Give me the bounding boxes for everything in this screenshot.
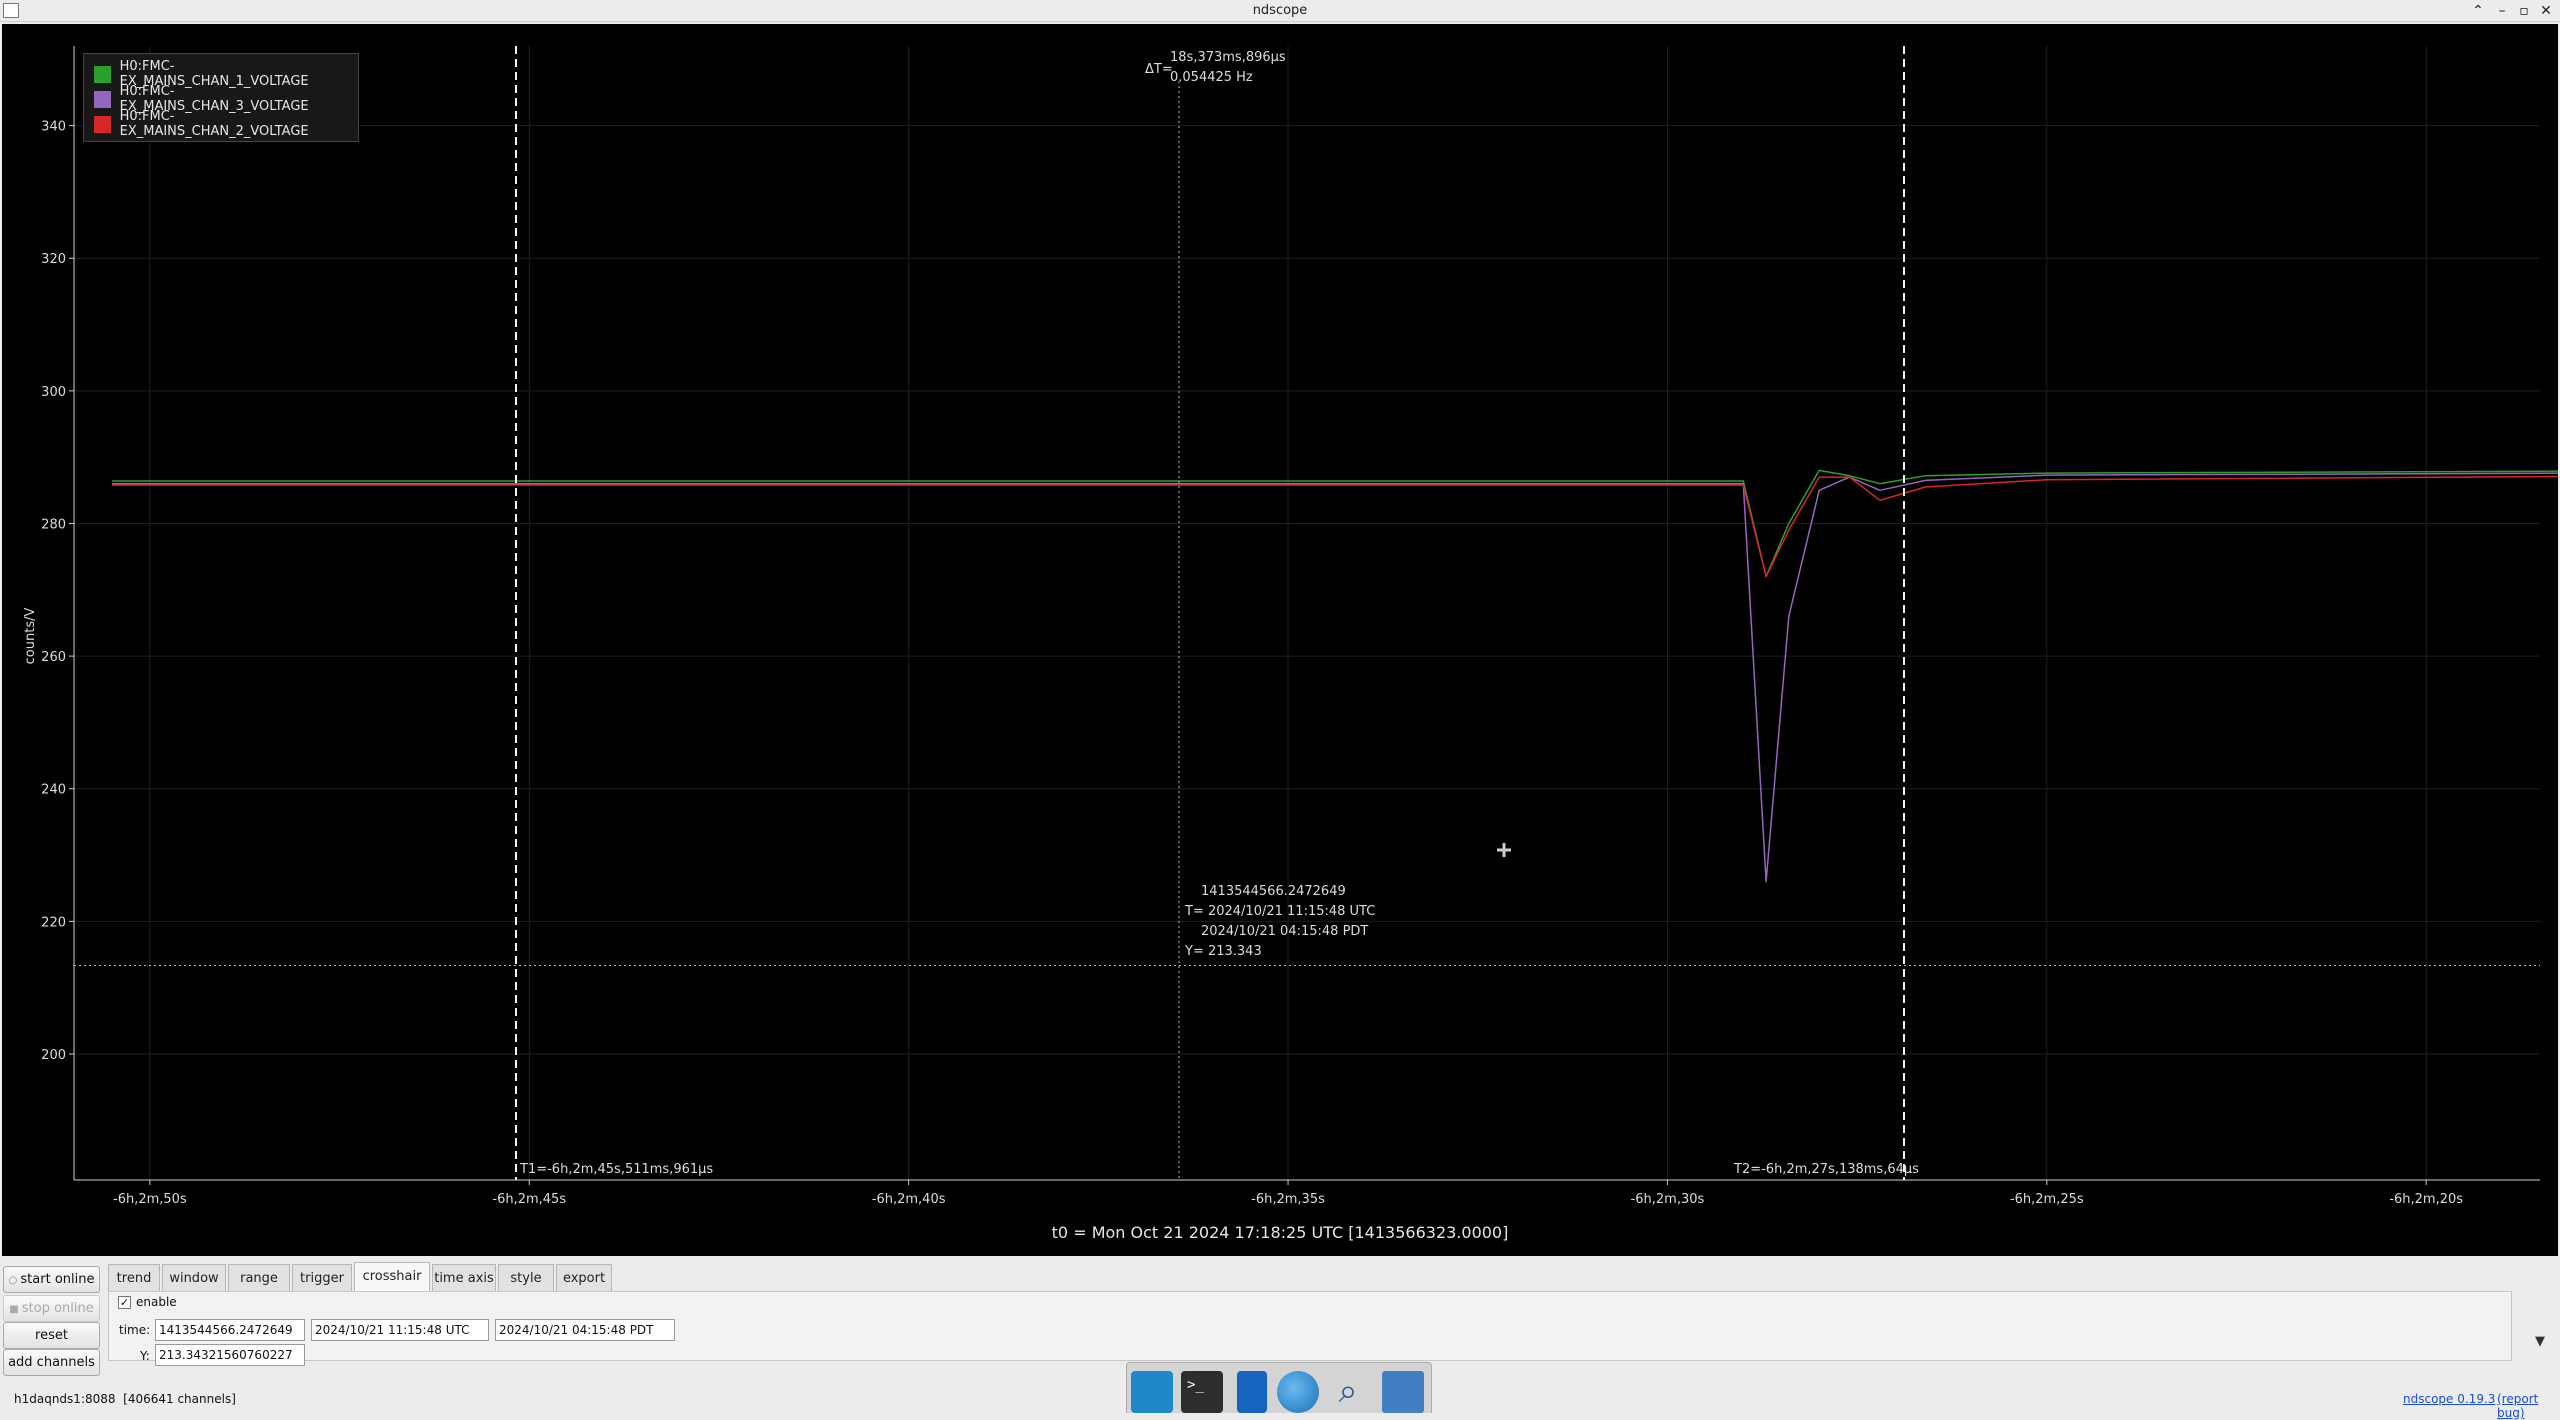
- stop-online-button[interactable]: ■ stop online: [3, 1295, 100, 1322]
- tab-range[interactable]: range: [228, 1264, 290, 1291]
- enable-label: enable: [136, 1295, 177, 1309]
- web-browser-icon[interactable]: [1277, 1371, 1319, 1413]
- close-button[interactable]: ✕: [2536, 1, 2556, 21]
- legend: H0:FMC-EX_MAINS_CHAN_1_VOLTAGE H0:FMC-EX…: [83, 53, 359, 142]
- report-bug-link[interactable]: (report bug): [2497, 1392, 2560, 1420]
- cursor-t2-label: T2=-6h,2m,27s,138ms,64µs: [1733, 1162, 1919, 1177]
- window-titlebar: ndscope ⌃ – ▫ ✕: [0, 0, 2560, 22]
- crosshair-utc: T= 2024/10/21 11:15:48 UTC: [1184, 904, 1375, 919]
- legend-item: H0:FMC-EX_MAINS_CHAN_2_VOLTAGE: [94, 109, 358, 139]
- time-label: time:: [119, 1323, 151, 1337]
- reset-button[interactable]: reset: [3, 1322, 100, 1349]
- y-tick-label: 340: [41, 120, 66, 135]
- plot-canvas[interactable]: 340 320 300 280 260 240 220 200 -6h,2m,50s -6h,2m…: [2, 24, 2558, 1256]
- legend-label: H0:FMC-EX_MAINS_CHAN_2_VOLTAGE: [119, 109, 309, 139]
- x-tick-label: -6h,2m,35s: [1251, 1192, 1325, 1207]
- trace-line: [111, 475, 2558, 578]
- tab-style[interactable]: style: [498, 1264, 554, 1291]
- time-gps-field[interactable]: 1413544566.2472649: [155, 1319, 305, 1341]
- tab-trigger[interactable]: trigger: [292, 1264, 352, 1291]
- x-tick-label: -6h,2m,45s: [492, 1192, 566, 1207]
- legend-swatch: [94, 115, 111, 133]
- tab-export[interactable]: export: [556, 1264, 612, 1291]
- tab-trend[interactable]: trend: [108, 1264, 160, 1291]
- maximize-button[interactable]: ▫: [2514, 1, 2534, 21]
- enable-checkbox[interactable]: ✓: [118, 1296, 131, 1309]
- cursors: [74, 46, 2540, 1180]
- add-channels-button[interactable]: add channels: [3, 1349, 100, 1376]
- delta-t-value: 18s,373ms,896µs: [1170, 50, 1286, 65]
- legend-item: H0:FMC-EX_MAINS_CHAN_1_VOLTAGE: [94, 59, 358, 89]
- tab-window[interactable]: window: [162, 1264, 226, 1291]
- trace-line: [111, 472, 2558, 883]
- show-desktop-icon[interactable]: [1131, 1371, 1173, 1413]
- x-tick-label: -6h,2m,25s: [2010, 1192, 2084, 1207]
- text-editor-icon[interactable]: [1237, 1371, 1267, 1413]
- dock: >_ ⌕: [1126, 1362, 1432, 1413]
- crosshair-pdt: 2024/10/21 04:15:48 PDT: [1201, 924, 1368, 939]
- keep-above-icon[interactable]: ⌃: [2468, 1, 2488, 21]
- crosshair-gps: 1413544566.2472649: [1201, 884, 1346, 899]
- y-tick-label: 200: [41, 1048, 66, 1063]
- time-utc-field[interactable]: 2024/10/21 11:15:48 UTC: [311, 1319, 489, 1341]
- stop-indicator-icon: ■: [9, 1304, 22, 1315]
- search-icon[interactable]: ⌕: [1327, 1371, 1369, 1413]
- legend-item: H0:FMC-EX_MAINS_CHAN_3_VOLTAGE: [94, 84, 358, 114]
- legend-swatch: [94, 90, 111, 108]
- y-tick-label: 240: [41, 783, 66, 798]
- tab-time-axis[interactable]: time axis: [432, 1264, 496, 1291]
- cursor-t1-label: T1=-6h,2m,45s,511ms,961µs: [519, 1162, 713, 1177]
- crosshair-panel: ✓ enable time: 1413544566.2472649 2024/1…: [108, 1291, 2512, 1366]
- file-manager-icon[interactable]: [1382, 1371, 1424, 1413]
- y-label: Y:: [140, 1349, 150, 1363]
- terminal-icon[interactable]: >_: [1181, 1371, 1223, 1413]
- tab-crosshair[interactable]: crosshair: [354, 1262, 430, 1291]
- version-link[interactable]: ndscope 0.19.3: [2403, 1392, 2495, 1406]
- grid-lines: [74, 46, 2540, 1180]
- crosshair-y: Y= 213.343: [1184, 944, 1262, 959]
- y-tick-label: 320: [41, 252, 66, 267]
- x-tick-label: -6h,2m,40s: [872, 1192, 946, 1207]
- y-tick-label: 300: [41, 385, 66, 400]
- collapse-arrow-icon[interactable]: ▼: [2535, 1334, 2545, 1349]
- time-pdt-field[interactable]: 2024/10/21 04:15:48 PDT: [495, 1319, 675, 1341]
- y-tick-label: 260: [41, 650, 66, 665]
- y-tick-label: 280: [41, 517, 66, 532]
- mouse-cursor-icon: [1497, 843, 1511, 857]
- plot-area[interactable]: 340 320 300 280 260 240 220 200 -6h,2m,50s -6h,2m…: [2, 24, 2558, 1256]
- delta-t-frequency: 0.054425 Hz: [1170, 70, 1253, 85]
- y-value-field[interactable]: 213.34321560760227: [155, 1344, 305, 1366]
- x-tick-label: -6h,2m,20s: [2389, 1192, 2463, 1207]
- minimize-button[interactable]: –: [2492, 1, 2512, 21]
- t0-label: t0 = Mon Oct 21 2024 17:18:25 UTC [14135…: [1052, 1223, 1509, 1242]
- window-title: ndscope: [1252, 3, 1308, 18]
- axes: 340 320 300 280 260 240 220 200 -6h,2m,50s -6h,2m…: [41, 46, 2540, 1207]
- x-tick-label: -6h,2m,30s: [1631, 1192, 1705, 1207]
- delta-t-label: ΔT=: [1145, 62, 1173, 77]
- server-status: h1daqnds1:8088 [406641 channels]: [14, 1392, 236, 1406]
- start-indicator-icon: ○: [8, 1275, 21, 1286]
- legend-swatch: [94, 65, 111, 83]
- y-axis-label: counts/V: [23, 608, 38, 665]
- y-tick-label: 220: [41, 915, 66, 930]
- traces: [111, 469, 2558, 883]
- x-tick-label: -6h,2m,50s: [113, 1192, 187, 1207]
- start-online-button[interactable]: ○ start online: [3, 1266, 100, 1293]
